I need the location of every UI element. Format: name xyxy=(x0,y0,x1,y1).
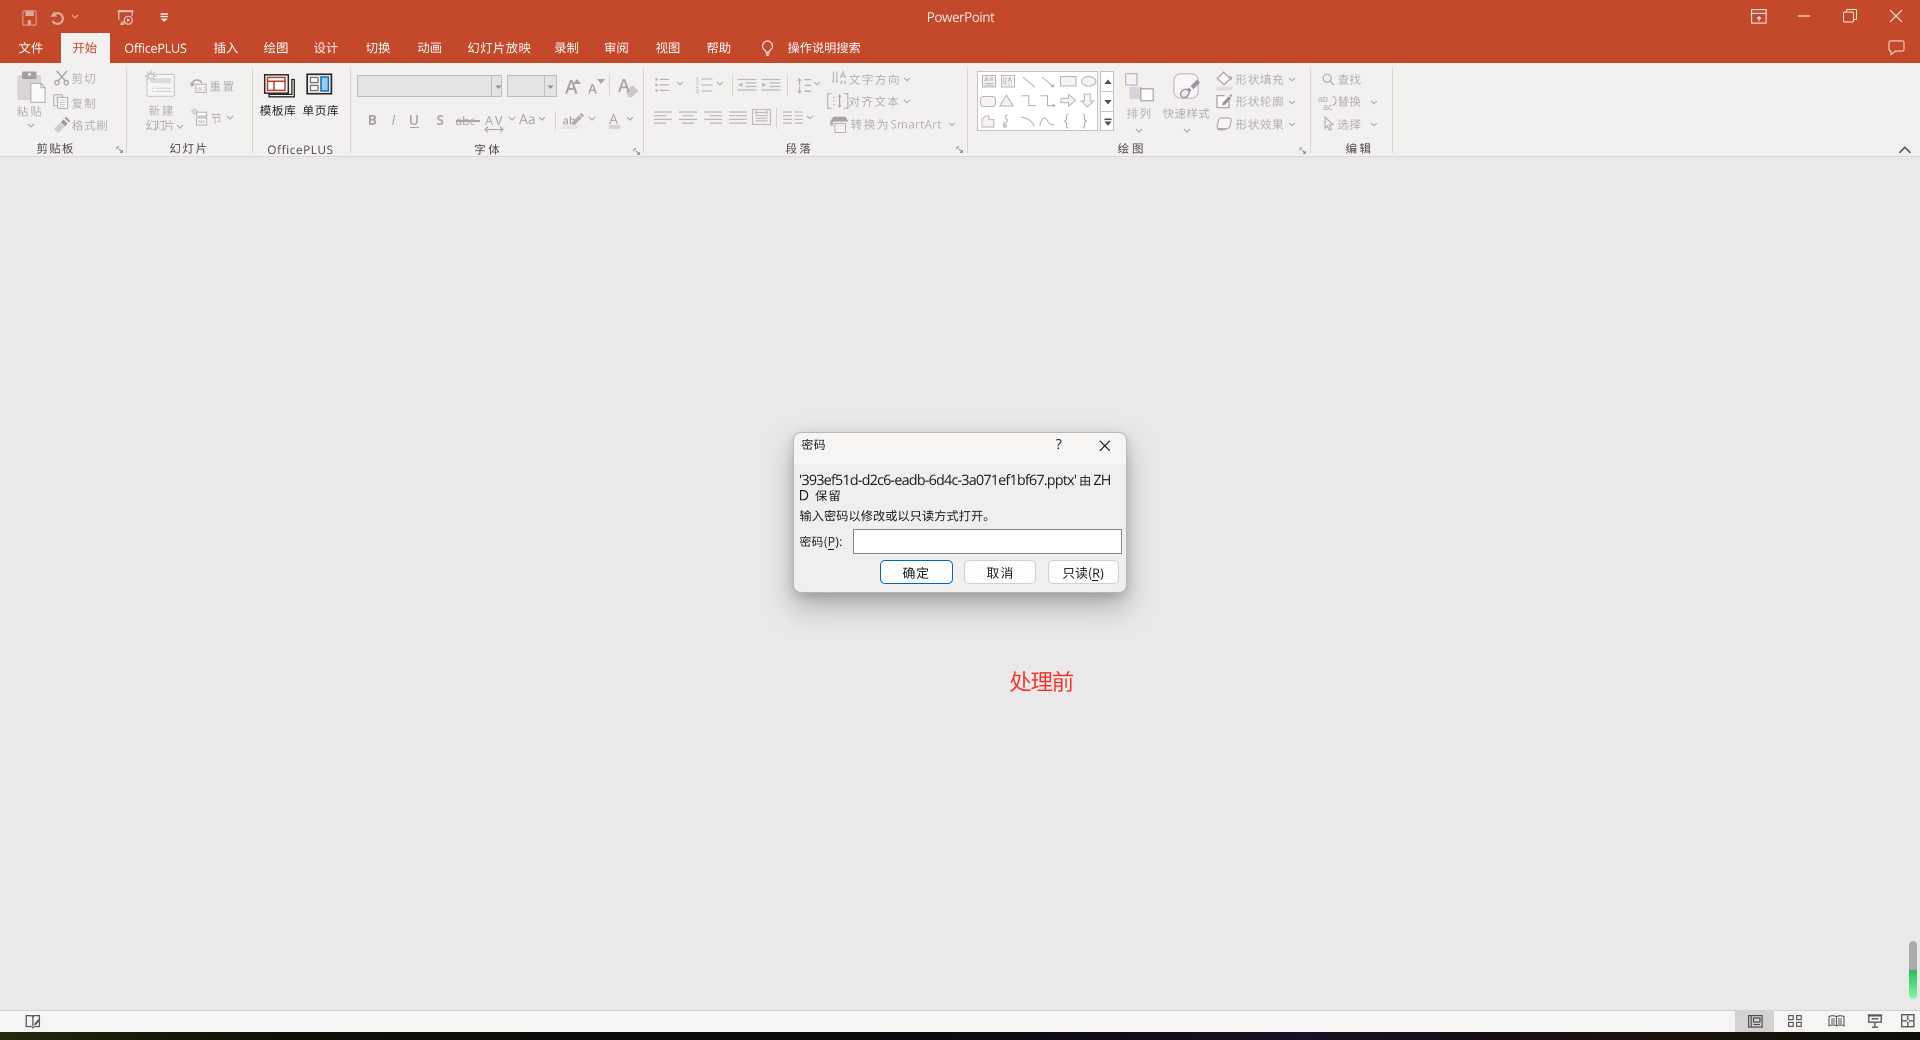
svg-text:3: 3 xyxy=(695,88,699,95)
svg-text:ac: ac xyxy=(1323,102,1333,112)
